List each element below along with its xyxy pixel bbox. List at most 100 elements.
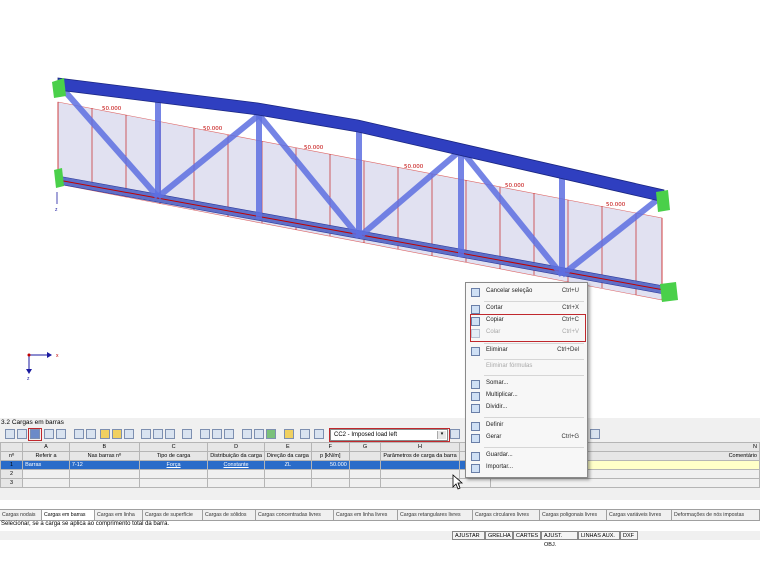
menu-item-deselect[interactable]: Cancelar seleção Ctrl+U (466, 286, 587, 299)
menu-item-generate[interactable]: Gerar Ctrl+G (466, 432, 587, 445)
guidelines-button[interactable]: LINHAS AUX. (578, 531, 620, 540)
menu-separator (484, 301, 584, 302)
zoom-icon[interactable] (124, 429, 134, 439)
table-cell[interactable] (348, 478, 382, 488)
table-cell[interactable] (310, 469, 350, 479)
model-viewport[interactable]: 50.000 50.000 50.000 50.000 50.000 50.00… (0, 0, 760, 415)
table-cell[interactable] (263, 469, 312, 479)
osnap-button[interactable]: AJUST. OBJ. (541, 531, 578, 548)
menu-separator (484, 417, 584, 418)
insert-row-icon[interactable] (200, 429, 210, 439)
settings-icon[interactable] (284, 429, 294, 439)
grid-button[interactable]: GRELHA (485, 531, 513, 540)
go-icon[interactable] (266, 429, 276, 439)
menu-separator (484, 359, 584, 360)
menu-item-shortcut: Ctrl+U (561, 288, 579, 294)
column-letter[interactable]: B (68, 442, 140, 452)
column-letter[interactable]: A (22, 442, 70, 452)
table-cell[interactable] (380, 460, 460, 470)
pick-icon[interactable] (100, 429, 110, 439)
print-icon[interactable] (74, 429, 84, 439)
loads-table[interactable]: A B C D E F G H I N nº Referir a Nas bar… (0, 442, 760, 488)
tab-free-rectangular-loads[interactable]: Cargas retangulares livres (398, 510, 473, 520)
tab-free-circular-loads[interactable]: Cargas circulares livres (473, 510, 540, 520)
column-letter[interactable]: F (310, 442, 350, 452)
column-letter[interactable]: G (348, 442, 382, 452)
generate-icon[interactable] (300, 429, 310, 439)
tab-line-loads[interactable]: Cargas em linha (95, 510, 143, 520)
delete-row-icon[interactable] (182, 429, 192, 439)
tab-member-loads[interactable]: Cargas em barras (42, 510, 95, 520)
table-cell[interactable] (22, 478, 70, 488)
show-icon[interactable] (590, 429, 600, 439)
deselect-icon (471, 288, 480, 297)
menu-item-label: Somar... (486, 380, 509, 386)
menu-item-delete-formulas[interactable]: Eliminar fórmulas (466, 361, 587, 374)
local-axis-z-label: z (55, 207, 58, 213)
column-letter[interactable]: D (207, 442, 265, 452)
first-icon[interactable] (141, 429, 151, 439)
copy-row-icon[interactable] (212, 429, 222, 439)
column-letter[interactable]: E (263, 442, 312, 452)
table-cell[interactable] (348, 460, 382, 470)
table-row[interactable]: 3 (0, 478, 760, 488)
tab-nodal-loads[interactable]: Cargas nodais (0, 510, 42, 520)
table-row[interactable]: 1 Barras 7-12 Força Constante ZL 50.000 (0, 460, 760, 470)
table-cell[interactable] (489, 478, 760, 488)
table-cell[interactable] (138, 469, 209, 479)
table-cell[interactable]: Força (138, 460, 209, 470)
tab-free-concentrated-loads[interactable]: Cargas concentradas livres (256, 510, 334, 520)
next-icon[interactable] (165, 429, 175, 439)
menu-item-delete[interactable]: Eliminar Ctrl+Del (466, 345, 587, 358)
tab-solid-loads[interactable]: Cargas de sólidos (203, 510, 256, 520)
paste-row-icon[interactable] (224, 429, 234, 439)
column-letter[interactable]: H (380, 442, 460, 452)
generate-icon (471, 434, 480, 443)
calc-icon[interactable] (314, 429, 324, 439)
table-cell[interactable] (68, 478, 140, 488)
table-cell[interactable] (380, 478, 460, 488)
grid-icon[interactable] (17, 429, 27, 439)
prev-case-icon[interactable] (450, 429, 460, 439)
pick-member-icon[interactable] (112, 429, 122, 439)
table-cell[interactable]: Barras (22, 460, 70, 470)
cartes-button[interactable]: CARTES (513, 531, 541, 540)
tab-free-polygon-loads[interactable]: Cargas poligonais livres (540, 510, 607, 520)
table-cell[interactable] (348, 469, 382, 479)
menu-item-shortcut: Ctrl+G (561, 434, 579, 440)
table-cell[interactable] (207, 478, 265, 488)
tab-free-line-loads[interactable]: Cargas em linha livres (334, 510, 398, 520)
column-header: Parâmetros de carga da barra (380, 451, 460, 461)
preview-icon[interactable] (86, 429, 96, 439)
truss-model-graphic[interactable]: 50.000 50.000 50.000 50.000 50.000 50.00… (0, 0, 760, 415)
dxf-button[interactable]: DXF (620, 531, 638, 540)
table-row[interactable]: 2 (0, 469, 760, 479)
table-cell[interactable] (310, 478, 350, 488)
tab-free-variable-loads[interactable]: Cargas variáveis livres (607, 510, 672, 520)
layout-icon[interactable] (254, 429, 264, 439)
table-cell[interactable]: ZL (263, 460, 312, 470)
table-cell[interactable] (263, 478, 312, 488)
chart-icon[interactable] (242, 429, 252, 439)
export-icon[interactable] (56, 429, 66, 439)
table-cell[interactable] (207, 469, 265, 479)
menu-item-import[interactable]: Importar... (466, 462, 587, 475)
filter-icon[interactable] (44, 429, 54, 439)
tab-surface-loads[interactable]: Cargas de superfície (143, 510, 203, 520)
table-cell[interactable] (138, 478, 209, 488)
table-cell[interactable]: 50.000 (310, 460, 350, 470)
table-icon[interactable] (5, 429, 15, 439)
table-cell[interactable]: 7-12 (68, 460, 140, 470)
table-cell[interactable] (68, 469, 140, 479)
table-cell[interactable] (380, 469, 460, 479)
tab-imposed-nodal-deformations[interactable]: Deformações de nós impostas (672, 510, 760, 520)
table-cell[interactable]: Constante (207, 460, 265, 470)
axis-z-label: z (27, 376, 30, 382)
table-cell[interactable] (22, 469, 70, 479)
menu-item-divide[interactable]: Dividir... (466, 402, 587, 415)
load-value-label: 50.000 (606, 202, 626, 208)
column-header: Referir a (22, 451, 70, 461)
prev-icon[interactable] (153, 429, 163, 439)
snap-button[interactable]: AJUSTAR (452, 531, 485, 540)
column-letter[interactable]: C (138, 442, 209, 452)
